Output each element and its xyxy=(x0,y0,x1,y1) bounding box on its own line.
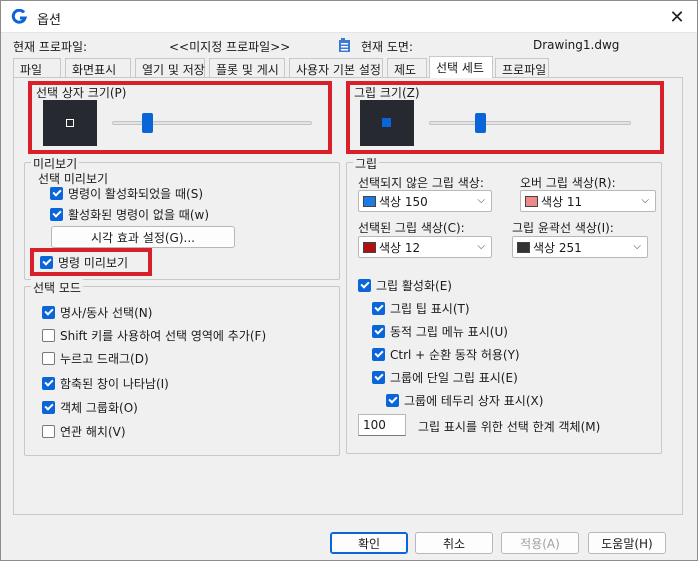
bbox-group-label: 그룹에 테두리 상자 표시(X) xyxy=(404,394,544,408)
options-dialog: 옵션 ✕ 현재 프로파일: <<미지정 프로파일>> 현재 도면: Drawin… xyxy=(0,0,698,561)
single-grip-group-checkbox[interactable]: 그룹에 단일 그립 표시(E) xyxy=(372,369,518,386)
current-profile-value: <<미지정 프로파일>> xyxy=(169,40,291,54)
checkbox-checked-icon xyxy=(42,401,55,414)
app-logo-icon xyxy=(11,9,27,24)
pickbox-highlight xyxy=(28,81,332,154)
visual-effects-button[interactable]: 시각 효과 설정(G)... xyxy=(51,226,235,248)
current-drawing-value: Drawing1.dwg xyxy=(533,38,620,52)
grip-outline-color-label: 그립 윤곽선 색상(I): xyxy=(512,221,614,235)
selection-mode-label: 함축된 창이 나타남(I) xyxy=(60,377,169,391)
preview-when-inactive-checkbox[interactable]: 활성화된 명령이 없을 때(w) xyxy=(50,206,209,223)
current-profile-label: 현재 프로파일: xyxy=(13,40,88,54)
window-title: 옵션 xyxy=(37,13,61,28)
hover-grip-color-label: 오버 그립 색상(R): xyxy=(520,176,616,190)
grip-outline-color-value: 색상 251 xyxy=(533,240,582,255)
ctrl-cycle-label: Ctrl + 순환 동작 허용(Y) xyxy=(390,348,520,362)
checkbox-checked-icon xyxy=(372,325,385,338)
selected-grip-color-label: 선택된 그립 색상(C): xyxy=(358,221,465,235)
close-icon: ✕ xyxy=(669,6,685,28)
selection-mode-label: 누르고 드래그(D) xyxy=(60,352,149,366)
single-grip-group-label: 그룹에 단일 그립 표시(E) xyxy=(390,371,518,385)
checkbox-checked-icon xyxy=(358,279,371,292)
unselected-grip-color-label: 선택되지 않은 그립 색상: xyxy=(358,176,484,190)
checkbox-checked-icon xyxy=(372,348,385,361)
ok-button[interactable]: 확인 xyxy=(330,532,408,554)
grips-group-label: 그립 xyxy=(353,155,380,172)
tab-user-preferences[interactable]: 사용자 기본 설정 xyxy=(289,58,383,78)
checkbox-unchecked-icon xyxy=(42,425,55,438)
checkbox-checked-icon xyxy=(50,208,63,221)
bbox-group-checkbox[interactable]: 그룹에 테두리 상자 표시(X) xyxy=(386,392,543,409)
tab-drafting[interactable]: 제도 xyxy=(387,58,427,78)
tab-plot-publish[interactable]: 플롯 및 게시 xyxy=(209,58,285,78)
dynamic-grip-menu-label: 동적 그립 메뉴 표시(U) xyxy=(390,325,508,339)
selection-mode-label: 연관 해치(V) xyxy=(60,425,126,439)
selection-mode-label: 객체 그룹화(O) xyxy=(60,401,138,415)
associative-hatch-checkbox[interactable]: 연관 해치(V) xyxy=(42,423,126,440)
color-swatch xyxy=(525,195,538,207)
chevron-down-icon: ⌵ xyxy=(477,241,485,252)
noun-verb-selection-checkbox[interactable]: 명사/동사 선택(N) xyxy=(42,304,152,321)
current-drawing-label: 현재 도면: xyxy=(361,40,414,54)
grip-tips-label: 그립 팁 표시(T) xyxy=(390,302,470,316)
preview-when-active-checkbox[interactable]: 명령이 활성화되었을 때(S) xyxy=(50,185,203,202)
object-grouping-checkbox[interactable]: 객체 그룹화(O) xyxy=(42,399,138,416)
help-button[interactable]: 도움말(H) xyxy=(588,532,666,554)
chevron-down-icon: ⌵ xyxy=(641,195,649,206)
command-preview-highlight xyxy=(30,248,152,276)
checkbox-checked-icon xyxy=(42,377,55,390)
grip-outline-color-select[interactable]: 색상 251 ⌵ xyxy=(512,236,648,258)
selection-mode-label: Shift 키를 사용하여 선택 영역에 추가(F) xyxy=(60,329,267,343)
implied-windowing-checkbox[interactable]: 함축된 창이 나타남(I) xyxy=(42,375,169,392)
ctrl-cycle-checkbox[interactable]: Ctrl + 순환 동작 허용(Y) xyxy=(372,346,520,363)
enable-grips-checkbox[interactable]: 그립 활성화(E) xyxy=(358,277,452,294)
tab-display[interactable]: 화면표시 xyxy=(65,58,131,78)
selection-modes-group-label: 선택 모드 xyxy=(31,279,83,296)
apply-button[interactable]: 적용(A) xyxy=(501,532,579,554)
chevron-down-icon: ⌵ xyxy=(477,195,485,206)
dynamic-grip-menu-checkbox[interactable]: 동적 그립 메뉴 표시(U) xyxy=(372,323,508,340)
grip-object-limit-input[interactable]: 100 xyxy=(358,414,406,436)
title-bar: 옵션 ✕ xyxy=(1,1,697,33)
checkbox-checked-icon xyxy=(42,306,55,319)
enable-grips-label: 그립 활성화(E) xyxy=(376,279,452,293)
checkbox-checked-icon xyxy=(50,187,63,200)
hover-grip-color-value: 색상 11 xyxy=(541,194,583,209)
checkbox-checked-icon xyxy=(386,394,399,407)
tab-files[interactable]: 파일 xyxy=(13,58,61,78)
selection-tab-panel: 선택 상자 크기(P) 그립 크기(Z) 미리보기 선택 미리보기 명령이 활성… xyxy=(13,77,683,515)
press-drag-checkbox[interactable]: 누르고 드래그(D) xyxy=(42,350,149,367)
tab-selection[interactable]: 선택 세트 xyxy=(429,56,493,78)
hover-grip-color-select[interactable]: 색상 11 ⌵ xyxy=(520,190,656,212)
selection-mode-label: 명사/동사 선택(N) xyxy=(60,306,153,320)
color-swatch xyxy=(517,241,530,253)
color-swatch xyxy=(363,195,376,207)
checkbox-checked-icon xyxy=(372,302,385,315)
unselected-grip-color-select[interactable]: 색상 150 ⌵ xyxy=(358,190,492,212)
cancel-button[interactable]: 취소 xyxy=(415,532,493,554)
grip-object-limit-label: 그립 표시를 위한 선택 한계 객체(M) xyxy=(418,420,601,434)
close-button[interactable]: ✕ xyxy=(657,1,697,33)
checkbox-unchecked-icon xyxy=(42,329,55,342)
drawing-file-icon xyxy=(339,38,350,52)
checkbox-unchecked-icon xyxy=(42,352,55,365)
preview-when-active-label: 명령이 활성화되었을 때(S) xyxy=(68,187,204,201)
selected-grip-color-select[interactable]: 색상 12 ⌵ xyxy=(358,236,492,258)
chevron-down-icon: ⌵ xyxy=(633,241,641,252)
grip-size-highlight xyxy=(346,81,664,154)
profile-row: 현재 프로파일: <<미지정 프로파일>> 현재 도면: Drawing1.dw… xyxy=(1,35,697,55)
tab-open-save[interactable]: 열기 및 저장 xyxy=(135,58,205,78)
unselected-grip-color-value: 색상 150 xyxy=(379,194,428,209)
color-swatch xyxy=(363,241,376,253)
preview-when-inactive-label: 활성화된 명령이 없을 때(w) xyxy=(68,208,210,222)
grip-tips-checkbox[interactable]: 그립 팁 표시(T) xyxy=(372,300,470,317)
selected-grip-color-value: 색상 12 xyxy=(379,240,421,255)
checkbox-checked-icon xyxy=(372,371,385,384)
tab-profiles[interactable]: 프로파일 xyxy=(495,58,549,78)
shift-add-checkbox[interactable]: Shift 키를 사용하여 선택 영역에 추가(F) xyxy=(42,327,266,344)
